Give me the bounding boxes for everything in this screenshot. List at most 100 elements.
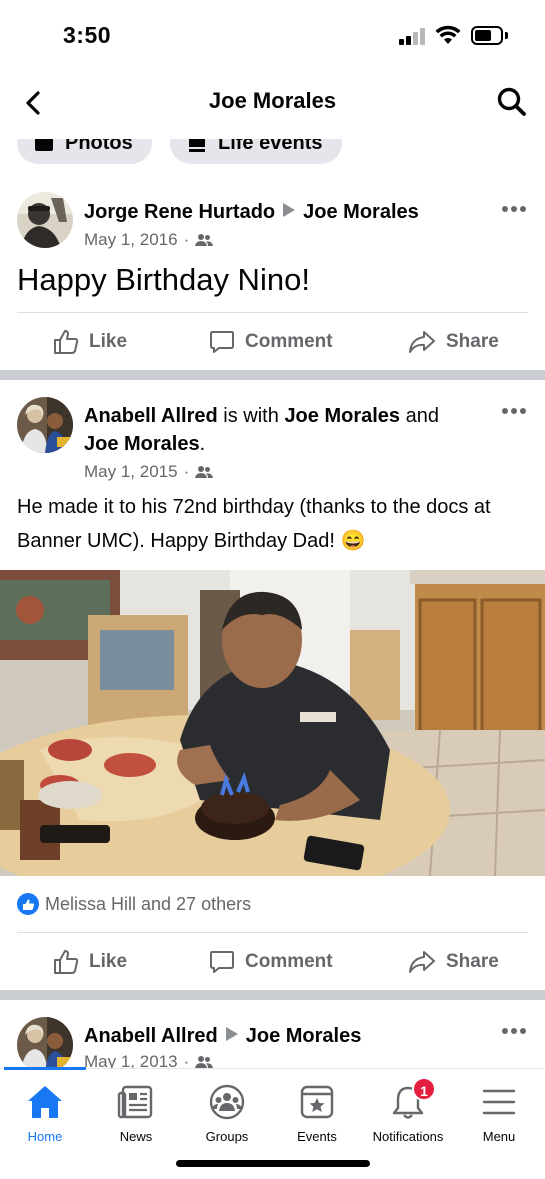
- tab-menu-label: Menu: [482, 1129, 516, 1144]
- more-dot: [520, 408, 526, 414]
- more-dots-icon: [502, 206, 508, 212]
- bell-icon-wrapper: 1: [386, 1077, 436, 1121]
- share-button[interactable]: Share: [408, 933, 499, 991]
- battery-icon: [471, 26, 503, 45]
- target-name[interactable]: Joe Morales: [303, 201, 419, 223]
- avatar-photo: [17, 1017, 73, 1068]
- like-reaction-icon: [17, 893, 39, 915]
- search-icon: [497, 87, 526, 116]
- comment-icon: [210, 951, 234, 973]
- post-photo[interactable]: [0, 570, 545, 876]
- events-icon: [300, 1085, 334, 1119]
- post-actions: Like Comment Share: [17, 312, 528, 370]
- post-meta: May 1, 2013 ·: [84, 1052, 214, 1068]
- triangle-right-icon: [225, 1027, 238, 1041]
- avatar[interactable]: [17, 192, 73, 248]
- like-button[interactable]: Like: [53, 313, 127, 371]
- header-overlap: [0, 122, 545, 139]
- post-date[interactable]: May 1, 2013: [84, 1052, 178, 1068]
- post-header: Anabell Allred is with Joe Morales and Jo…: [84, 402, 524, 458]
- reactions-text: Melissa Hill and 27 others: [45, 893, 252, 914]
- post-meta: May 1, 2015 ·: [84, 462, 214, 482]
- post-header: Jorge Rene Hurtado Joe Morales: [84, 198, 419, 226]
- tab-groups[interactable]: Groups: [182, 1083, 272, 1144]
- triangle-right-icon: [283, 203, 296, 217]
- friends-audience-icon: [195, 234, 214, 246]
- like-label: Like: [89, 331, 128, 352]
- tab-events-label: Events: [297, 1129, 337, 1144]
- tab-home[interactable]: Home: [0, 1083, 90, 1144]
- more-options-button[interactable]: [502, 200, 532, 220]
- tab-groups-label: Groups: [205, 1129, 249, 1144]
- friends-audience-icon: [195, 466, 214, 478]
- reactions-summary[interactable]: Melissa Hill and 27 others: [17, 893, 251, 915]
- comment-icon: [210, 331, 234, 353]
- meta-separator: ·: [183, 462, 190, 481]
- status-bar: 3:50: [0, 0, 545, 70]
- search-button[interactable]: [494, 84, 530, 120]
- author-name[interactable]: Jorge Rene Hurtado: [84, 201, 275, 223]
- meta-separator: ·: [183, 230, 190, 249]
- author-name[interactable]: Anabell Allred: [84, 1025, 218, 1047]
- birthday-photo: [0, 570, 545, 876]
- more-dots-icon: [502, 1028, 508, 1034]
- active-tab-indicator: [4, 1067, 86, 1070]
- post-meta: May 1, 2016 ·: [84, 230, 214, 250]
- post-1: Jorge Rene Hurtado Joe Morales May 1, 201…: [0, 166, 545, 370]
- like-label: Like: [89, 951, 128, 972]
- post-separator: [0, 990, 545, 1000]
- more-dot: [511, 206, 517, 212]
- tab-menu[interactable]: Menu: [454, 1083, 544, 1144]
- battery-nub: [505, 32, 508, 39]
- avatar-photo: [17, 192, 73, 248]
- thumbs-up-icon: [54, 950, 79, 974]
- tagged-name-1[interactable]: Joe Morales: [284, 405, 400, 427]
- groups-icon: [209, 1084, 245, 1120]
- tab-home-label: Home: [27, 1129, 63, 1144]
- post-date[interactable]: May 1, 2015: [84, 462, 178, 482]
- and-text: and: [405, 405, 439, 427]
- more-dot: [511, 1028, 517, 1034]
- more-dot: [511, 408, 517, 414]
- menu-icon: [482, 1089, 516, 1115]
- avatar[interactable]: [17, 1017, 73, 1068]
- page-title: Joe Morales: [208, 88, 337, 113]
- post-header: Anabell Allred Joe Morales: [84, 1022, 361, 1050]
- like-button[interactable]: Like: [53, 933, 127, 991]
- share-label: Share: [446, 951, 499, 972]
- target-name[interactable]: Joe Morales: [246, 1025, 362, 1047]
- news-icon: [117, 1085, 153, 1119]
- home-icon: [28, 1086, 62, 1118]
- more-dot: [520, 1028, 526, 1034]
- more-dot: [520, 206, 526, 212]
- thumbs-up-icon: [54, 330, 79, 354]
- tab-news-label: News: [119, 1129, 153, 1144]
- meta-separator: ·: [183, 1052, 190, 1068]
- more-options-button[interactable]: [502, 1022, 532, 1042]
- tab-notifications[interactable]: 1 Notifications: [363, 1077, 453, 1144]
- avatar[interactable]: [17, 397, 73, 453]
- share-button[interactable]: Share: [408, 313, 499, 371]
- home-indicator[interactable]: [176, 1160, 370, 1167]
- comment-label: Comment: [245, 951, 333, 972]
- post-text: Happy Birthday Nino!: [17, 262, 310, 297]
- status-time: 3:50: [63, 22, 112, 48]
- tab-news[interactable]: News: [91, 1083, 181, 1144]
- post-actions: Like Comment Share: [17, 932, 528, 990]
- notification-badge: 1: [412, 1077, 436, 1101]
- more-dots-icon: [502, 408, 508, 414]
- share-label: Share: [446, 331, 499, 352]
- tab-events[interactable]: Events: [272, 1083, 362, 1144]
- share-icon: [409, 951, 435, 973]
- post-date[interactable]: May 1, 2016: [84, 230, 178, 250]
- more-options-button[interactable]: [502, 402, 532, 422]
- author-name[interactable]: Anabell Allred: [84, 405, 218, 427]
- tagged-name-2[interactable]: Joe Morales: [84, 433, 200, 455]
- comment-button[interactable]: Comment: [209, 313, 333, 371]
- comment-button[interactable]: Comment: [209, 933, 333, 991]
- post-text: He made it to his 72nd birthday (thanks …: [17, 496, 491, 552]
- post-separator: [0, 370, 545, 380]
- share-icon: [409, 331, 435, 353]
- post-3: Anabell Allred Joe Morales May 1, 2013 ·: [0, 1000, 545, 1068]
- period-text: .: [199, 433, 206, 455]
